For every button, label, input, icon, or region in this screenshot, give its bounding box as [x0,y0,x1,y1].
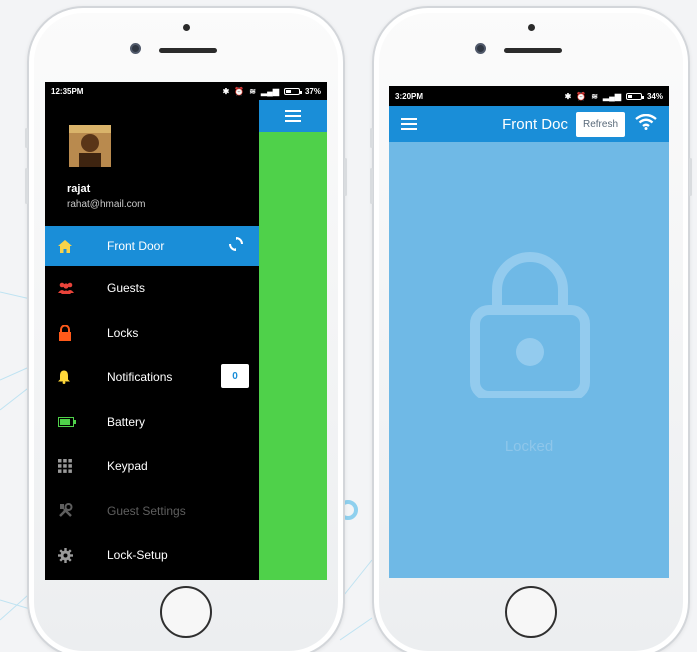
avatar[interactable] [69,125,111,167]
phone-left: 12:35PM ✱ ⏰ ≋ ▂▄▆ 37% rajat rahat@hmail.… [25,6,347,652]
sync-icon[interactable] [229,237,243,254]
menu-item-guests[interactable]: Guests [45,266,259,311]
status-bar: 3:20PM ✱ ⏰ ≋ ▂▄▆ 34% [389,86,669,106]
status-time: 3:20PM [395,91,424,101]
menu-label-battery: Battery [107,414,146,429]
battery-percent: 34% [646,91,663,101]
navigation-drawer: rajat rahat@hmail.com Front Door Guests … [45,100,259,580]
signal-icon: ▂▄▆ [261,86,279,96]
battery-status-icon [283,87,302,95]
refresh-button[interactable]: Refresh [575,111,625,137]
lock-status-panel[interactable]: Locked [389,142,669,578]
menu-label-guests: Guests [107,281,146,296]
menu-item-guest-settings[interactable]: Guest Settings [45,489,259,534]
menu-item-notifications[interactable]: Notifications 0 [45,355,259,400]
home-button [160,586,212,638]
bell-icon [45,370,107,385]
lock-icon [45,324,107,341]
battery-status-icon [625,92,644,100]
menu-item-locks[interactable]: Locks [45,311,259,356]
wifi-icon: ≋ [249,86,256,96]
bluetooth-icon: ✱ [564,91,572,101]
home-button [505,586,557,638]
menu-item-battery[interactable]: Battery [45,400,259,445]
user-email: rahat@hmail.com [67,199,146,210]
menu-item-keypad[interactable]: Keypad [45,444,259,489]
drawer-menu: Front Door Guests Locks Notifications 0 … [45,226,259,578]
menu-label-guest-settings: Guest Settings [107,503,186,518]
alarm-icon: ⏰ [234,86,245,96]
page-title: Front Doc [502,115,568,133]
mute-switch [25,128,28,148]
status-bar: 12:35PM ✱ ⏰ ≋ ▂▄▆ 37% [45,82,327,100]
alarm-icon: ⏰ [576,91,587,101]
mute-switch [370,128,373,148]
main-content-peek[interactable] [259,100,327,580]
left-screen: 12:35PM ✱ ⏰ ≋ ▂▄▆ 37% rajat rahat@hmail.… [45,82,327,580]
tools-icon [45,503,107,518]
gear-icon [45,547,107,563]
proximity-sensor [528,24,535,31]
signal-icon: ▂▄▆ [603,91,621,101]
wifi-connection-icon[interactable] [635,113,657,135]
phone-right: 3:20PM ✱ ⏰ ≋ ▂▄▆ 34% Front Doc Refresh L… [370,6,692,652]
earpiece-speaker [504,48,562,53]
padlock-icon[interactable] [469,248,591,403]
bluetooth-icon: ✱ [222,86,230,96]
battery-icon [45,416,107,427]
menu-label-locks: Locks [107,325,139,340]
front-camera [475,43,486,54]
menu-item-lock-setup[interactable]: Lock-Setup [45,533,259,578]
notification-count-badge[interactable]: 0 [221,364,249,388]
front-camera [130,43,141,54]
proximity-sensor [183,24,190,31]
menu-item-front-door[interactable]: Front Door [45,226,259,266]
hamburger-menu-icon[interactable] [401,118,417,130]
status-time: 12:35PM [51,86,84,96]
earpiece-speaker [159,48,217,53]
menu-label-keypad: Keypad [107,459,148,474]
user-name: rajat [67,183,91,195]
volume-up-button [370,168,373,204]
peek-app-bar [259,100,327,132]
power-button [344,158,347,196]
power-button [689,158,692,196]
right-screen: 3:20PM ✱ ⏰ ≋ ▂▄▆ 34% Front Doc Refresh L… [389,86,669,578]
menu-label-lock-setup: Lock-Setup [107,548,168,563]
app-bar: Front Doc Refresh [389,106,669,142]
guests-icon [45,282,107,295]
keypad-icon [45,459,107,474]
wifi-icon: ≋ [591,91,598,101]
home-icon [45,239,107,253]
volume-up-button [25,168,28,204]
lock-state-label: Locked [504,438,554,455]
battery-percent: 37% [304,86,321,96]
hamburger-menu-icon[interactable] [285,110,301,122]
